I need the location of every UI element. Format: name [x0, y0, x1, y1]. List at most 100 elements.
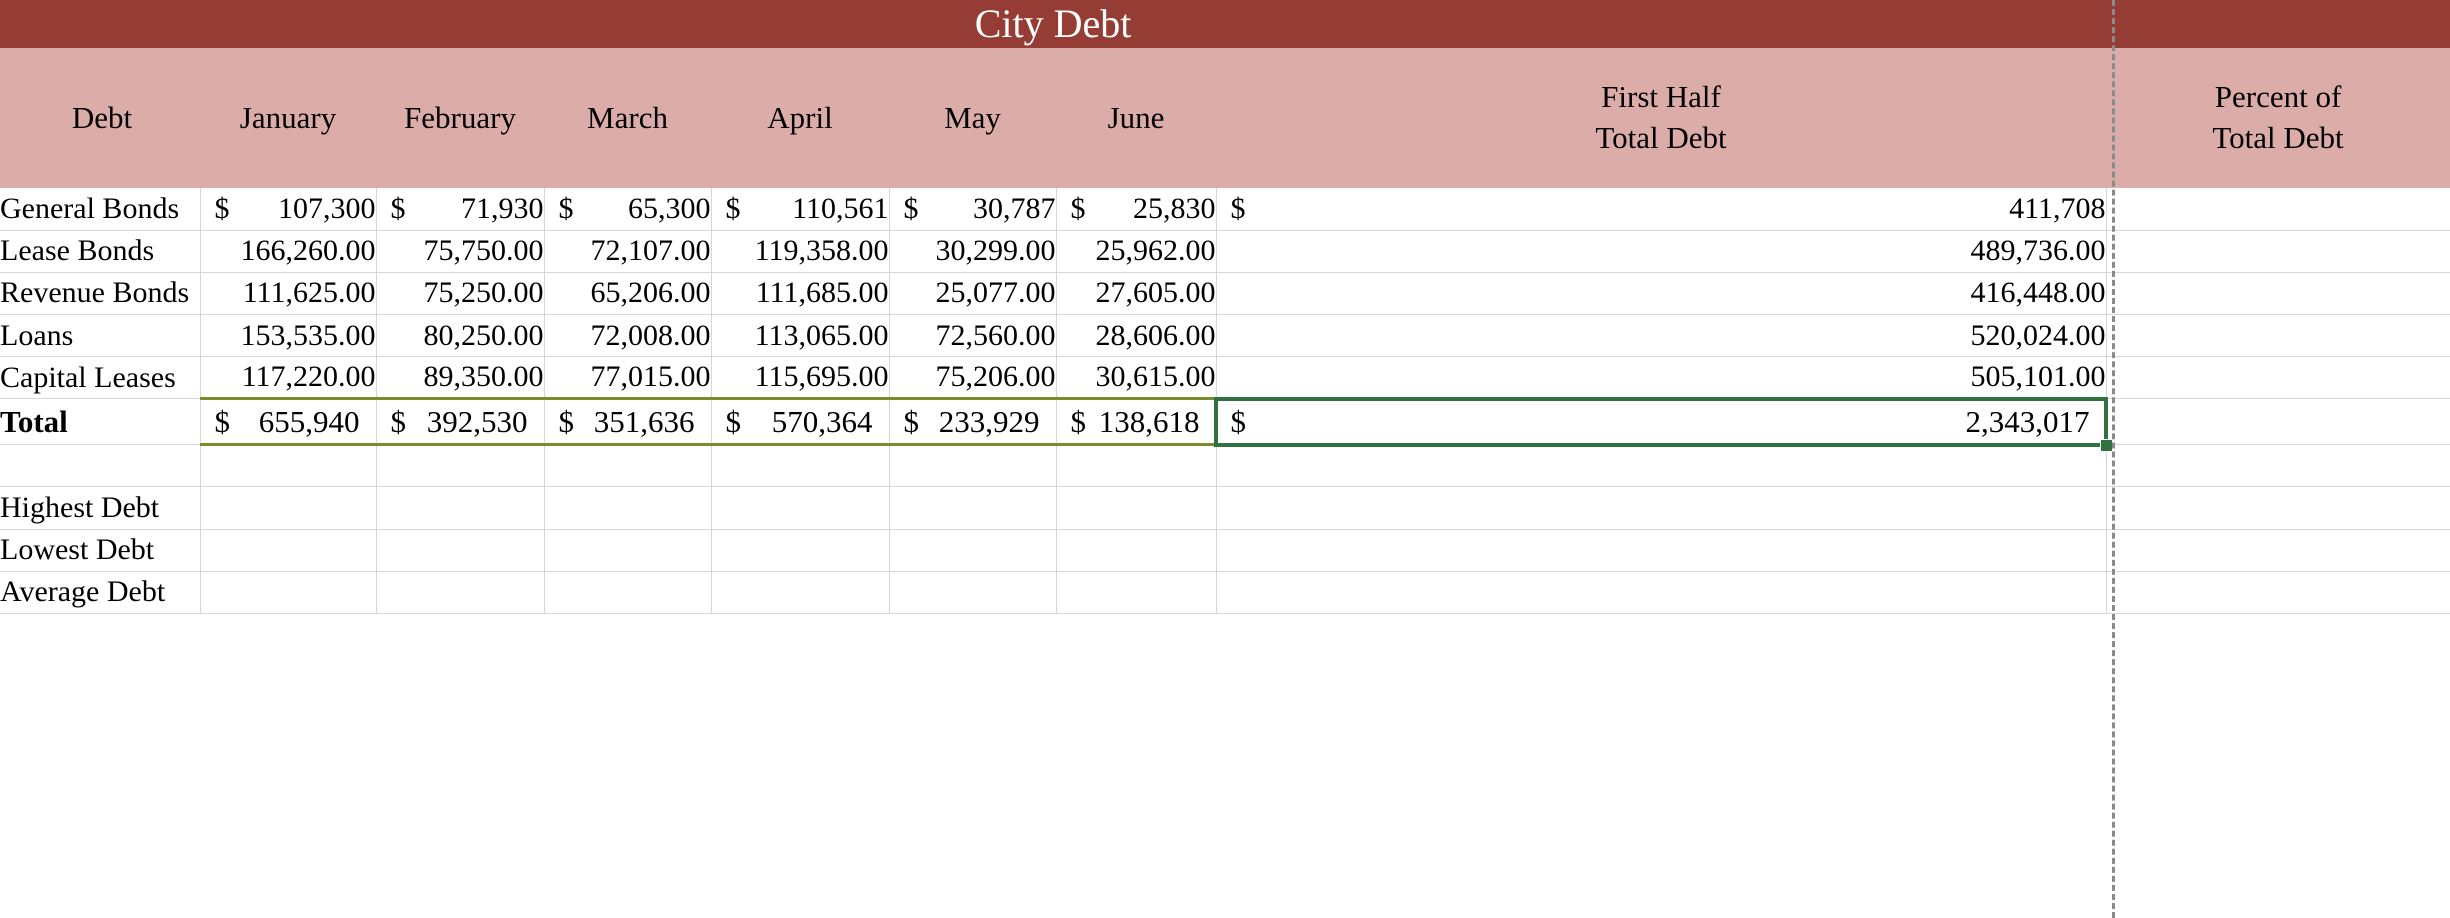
row-label-revenue-bonds[interactable]: Revenue Bonds	[0, 272, 201, 316]
header-debt[interactable]: Debt	[0, 48, 200, 188]
header-percent-of-total-debt[interactable]: Percent of Total Debt	[2106, 48, 2450, 188]
cell-percent-s2[interactable]	[2106, 529, 2450, 572]
spreadsheet-sheet[interactable]: City Debt Debt January February March Ap…	[0, 0, 2450, 918]
cell-s0-c6[interactable]	[1216, 444, 2107, 488]
cell-r3-c2[interactable]: 72,008.00	[544, 314, 712, 358]
cell-rtotal-c6[interactable]: $2,343,017	[1216, 397, 2107, 447]
header-first-half-total-debt[interactable]: First Half Total Debt	[1216, 48, 2107, 188]
cell-r1-c1[interactable]: 75,750.00	[376, 230, 545, 273]
cell-rtotal-c3[interactable]: $570,364	[711, 397, 890, 447]
cell-s3-c3[interactable]	[711, 571, 890, 615]
row-label-loans[interactable]: Loans	[0, 314, 201, 358]
cell-s1-c2[interactable]	[544, 486, 712, 530]
cell-r1-c6[interactable]: 489,736.00	[1216, 230, 2107, 273]
cell-s2-c1[interactable]	[376, 529, 545, 572]
cell-rtotal-c5[interactable]: $138,618	[1056, 397, 1217, 447]
cell-r2-c2[interactable]: 65,206.00	[544, 272, 712, 316]
cell-r3-c6[interactable]: 520,024.00	[1216, 314, 2107, 358]
header-june[interactable]: June	[1056, 48, 1216, 188]
cell-s1-c0[interactable]	[200, 486, 377, 530]
cell-percent-s3[interactable]	[2106, 571, 2450, 615]
cell-r4-c5[interactable]: 30,615.00	[1056, 356, 1217, 400]
cell-s1-c6[interactable]	[1216, 486, 2107, 530]
cell-percent-r4[interactable]	[2106, 356, 2450, 400]
cell-r0-c3[interactable]: $110,561	[711, 188, 890, 231]
cell-s2-c0[interactable]	[200, 529, 377, 572]
cell-r4-c1[interactable]: 89,350.00	[376, 356, 545, 400]
cell-rtotal-c0[interactable]: $655,940	[200, 397, 377, 447]
cell-r2-c5[interactable]: 27,605.00	[1056, 272, 1217, 316]
cell-percent-total[interactable]	[2106, 398, 2450, 446]
header-may[interactable]: May	[889, 48, 1056, 188]
cell-s3-c6[interactable]	[1216, 571, 2107, 615]
cell-s2-c2[interactable]	[544, 529, 712, 572]
cell-s2-c3[interactable]	[711, 529, 890, 572]
cell-s2-c5[interactable]	[1056, 529, 1217, 572]
cell-r4-c4[interactable]: 75,206.00	[889, 356, 1057, 400]
cell-s0-c4[interactable]	[889, 444, 1057, 488]
row-label-blank[interactable]	[0, 444, 201, 488]
header-march[interactable]: March	[544, 48, 711, 188]
cell-s2-c6[interactable]	[1216, 529, 2107, 572]
cell-r1-c0[interactable]: 166,260.00	[200, 230, 377, 273]
cell-r0-c6[interactable]: $411,708	[1216, 188, 2107, 231]
cell-r2-c4[interactable]: 25,077.00	[889, 272, 1057, 316]
cell-r1-c5[interactable]: 25,962.00	[1056, 230, 1217, 273]
cell-s0-c3[interactable]	[711, 444, 890, 488]
cell-r1-c2[interactable]: 72,107.00	[544, 230, 712, 273]
cell-s0-c0[interactable]	[200, 444, 377, 488]
row-label-highest-debt[interactable]: Highest Debt	[0, 486, 201, 530]
cell-r0-c2[interactable]: $65,300	[544, 188, 712, 231]
cell-r2-c1[interactable]: 75,250.00	[376, 272, 545, 316]
cell-r4-c3[interactable]: 115,695.00	[711, 356, 890, 400]
cell-r3-c3[interactable]: 113,065.00	[711, 314, 890, 358]
cell-s1-c5[interactable]	[1056, 486, 1217, 530]
header-february[interactable]: February	[376, 48, 544, 188]
cell-rtotal-c1[interactable]: $392,530	[376, 397, 545, 447]
cell-s3-c1[interactable]	[376, 571, 545, 615]
row-label-average-debt[interactable]: Average Debt	[0, 571, 201, 615]
cell-percent-s0[interactable]	[2106, 444, 2450, 488]
cell-percent-s1[interactable]	[2106, 486, 2450, 530]
cell-r2-c6[interactable]: 416,448.00	[1216, 272, 2107, 316]
cell-r0-c5[interactable]: $25,830	[1056, 188, 1217, 231]
row-label-capital-leases[interactable]: Capital Leases	[0, 356, 201, 400]
cell-r0-c1[interactable]: $71,930	[376, 188, 545, 231]
cell-r2-c0[interactable]: 111,625.00	[200, 272, 377, 316]
cell-r3-c1[interactable]: 80,250.00	[376, 314, 545, 358]
row-label-total[interactable]: Total	[0, 398, 201, 446]
cell-s2-c4[interactable]	[889, 529, 1057, 572]
cell-s0-c1[interactable]	[376, 444, 545, 488]
cell-s0-c2[interactable]	[544, 444, 712, 488]
cell-r0-c4[interactable]: $30,787	[889, 188, 1057, 231]
cell-s3-c4[interactable]	[889, 571, 1057, 615]
cell-rtotal-c2[interactable]: $351,636	[544, 397, 712, 447]
cell-percent-r1[interactable]	[2106, 230, 2450, 273]
cell-r2-c3[interactable]: 111,685.00	[711, 272, 890, 316]
cell-r0-c0[interactable]: $107,300	[200, 188, 377, 231]
cell-s1-c3[interactable]	[711, 486, 890, 530]
cell-percent-r0[interactable]	[2106, 188, 2450, 231]
cell-r3-c5[interactable]: 28,606.00	[1056, 314, 1217, 358]
cell-r1-c3[interactable]: 119,358.00	[711, 230, 890, 273]
cell-s1-c4[interactable]	[889, 486, 1057, 530]
row-label-lease-bonds[interactable]: Lease Bonds	[0, 230, 201, 273]
cell-r3-c0[interactable]: 153,535.00	[200, 314, 377, 358]
cell-percent-r2[interactable]	[2106, 272, 2450, 316]
cell-percent-r3[interactable]	[2106, 314, 2450, 358]
cell-r4-c6[interactable]: 505,101.00	[1216, 356, 2107, 400]
cell-r3-c4[interactable]: 72,560.00	[889, 314, 1057, 358]
cell-r4-c2[interactable]: 77,015.00	[544, 356, 712, 400]
cell-s3-c5[interactable]	[1056, 571, 1217, 615]
cell-s3-c0[interactable]	[200, 571, 377, 615]
cell-r1-c4[interactable]: 30,299.00	[889, 230, 1057, 273]
header-april[interactable]: April	[711, 48, 889, 188]
cell-s3-c2[interactable]	[544, 571, 712, 615]
cell-s0-c5[interactable]	[1056, 444, 1217, 488]
cell-r4-c0[interactable]: 117,220.00	[200, 356, 377, 400]
cell-s1-c1[interactable]	[376, 486, 545, 530]
row-label-general-bonds[interactable]: General Bonds	[0, 188, 201, 231]
header-january[interactable]: January	[200, 48, 376, 188]
cell-rtotal-c4[interactable]: $233,929	[889, 397, 1057, 447]
row-label-lowest-debt[interactable]: Lowest Debt	[0, 529, 201, 572]
